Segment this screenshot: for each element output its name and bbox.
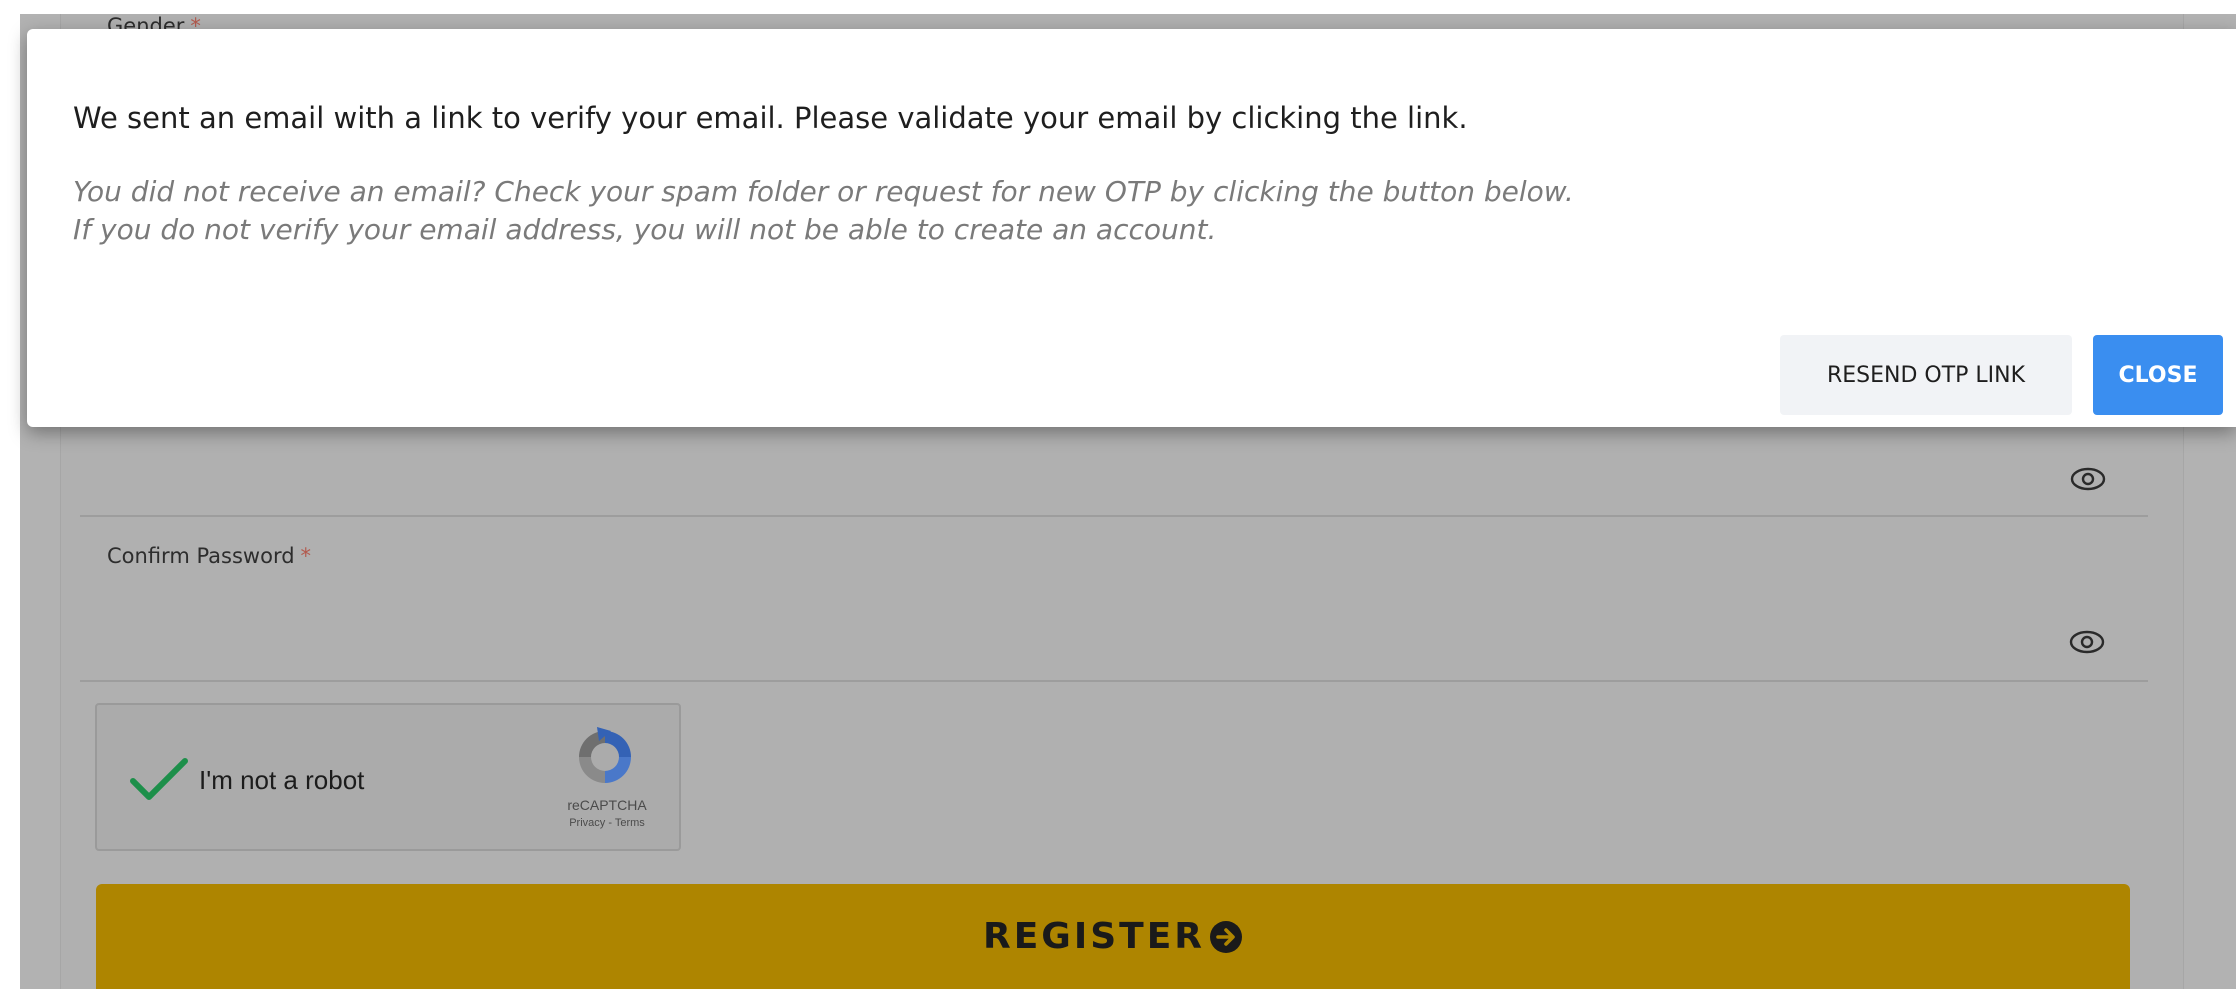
register-button-label: REGISTER	[982, 916, 1206, 957]
resend-otp-button[interactable]: RESEND OTP LINK	[1780, 335, 2072, 415]
recaptcha-label: I'm not a robot	[199, 765, 365, 795]
arrow-circle-right-icon	[1210, 920, 1243, 953]
eye-icon[interactable]	[2069, 466, 2107, 492]
dialog-hint-line: You did not receive an email? Check your…	[73, 175, 1574, 208]
recaptcha-brand: reCAPTCHA	[567, 797, 647, 813]
dialog-hint-line: If you do not verify your email address,…	[73, 213, 1217, 246]
password-field[interactable]	[81, 434, 2149, 524]
checkmark-icon[interactable]	[129, 757, 189, 803]
confirm-password-input[interactable]	[80, 580, 2148, 675]
eye-icon[interactable]	[2068, 629, 2106, 655]
confirm-password-underline	[80, 680, 2148, 682]
window-top-strip	[0, 0, 2236, 14]
close-button[interactable]: CLOSE	[2093, 335, 2223, 415]
verify-email-dialog: We sent an email with a link to verify y…	[27, 29, 2236, 427]
required-mark: *	[300, 544, 312, 568]
dialog-hint: You did not receive an email? Check your…	[73, 173, 1574, 249]
confirm-password-label: Confirm Password *	[107, 544, 312, 568]
recaptcha-widget: I'm not a robot reCAPTCHA Privacy - Term…	[95, 703, 681, 851]
password-underline	[80, 515, 2148, 517]
recaptcha-logo-icon	[579, 727, 631, 783]
register-button[interactable]: REGISTER	[96, 884, 2130, 989]
dialog-message: We sent an email with a link to verify y…	[73, 101, 1468, 135]
recaptcha-links[interactable]: Privacy - Terms	[537, 817, 677, 829]
